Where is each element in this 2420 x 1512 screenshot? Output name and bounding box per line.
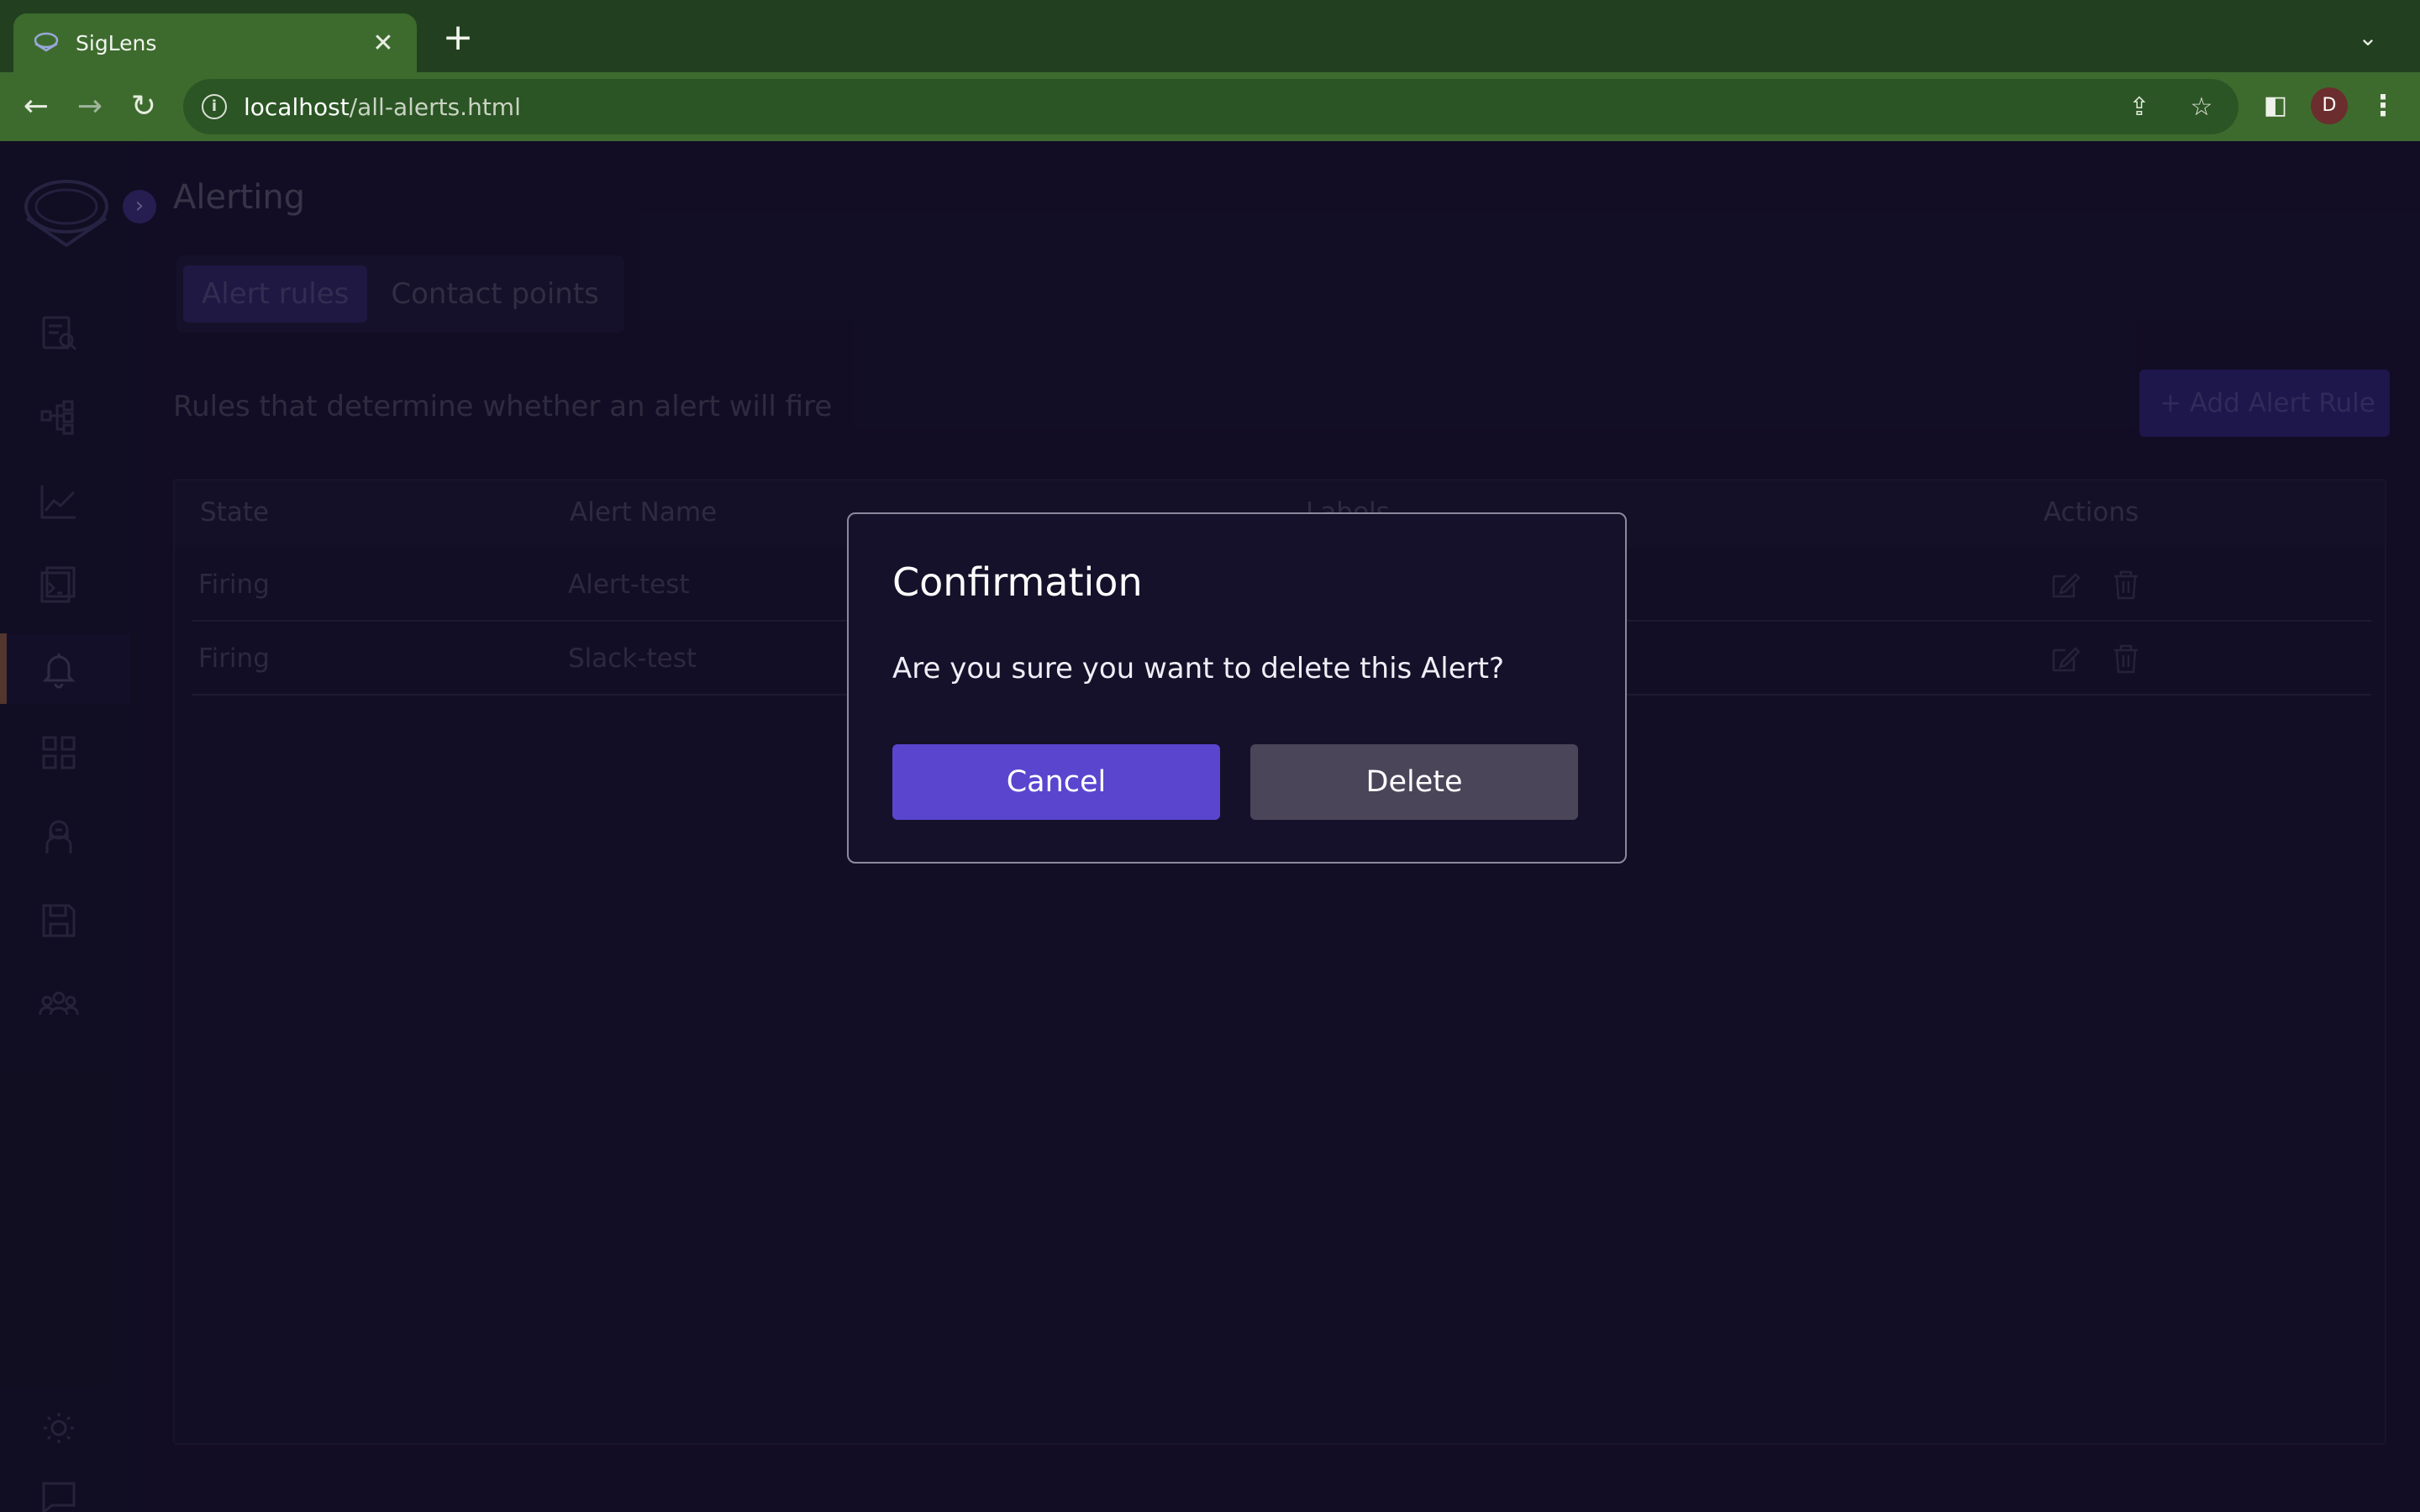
chevron-down-icon[interactable]: ⌄ xyxy=(2353,24,2383,54)
confirmation-dialog: Confirmation Are you sure you want to de… xyxy=(847,512,1627,864)
delete-button[interactable]: Delete xyxy=(1250,744,1578,820)
dialog-title: Confirmation xyxy=(892,559,1143,605)
site-info-icon[interactable]: i xyxy=(202,94,227,119)
close-tab-icon[interactable]: ✕ xyxy=(368,29,398,58)
dialog-message: Are you sure you want to delete this Ale… xyxy=(892,652,1505,685)
tab-title: SigLens xyxy=(76,30,157,55)
more-menu-icon[interactable]: ⋮ xyxy=(2365,87,2402,124)
browser-tab[interactable]: SigLens ✕ xyxy=(13,13,417,72)
url-host: localhost xyxy=(244,92,350,121)
address-bar[interactable]: i localhost/all-alerts.html ⇪ ☆ xyxy=(183,79,2238,134)
new-tab-icon[interactable]: + xyxy=(437,17,479,59)
cancel-button[interactable]: Cancel xyxy=(892,744,1220,820)
share-icon[interactable]: ⇪ xyxy=(2121,89,2158,126)
url-path: /all-alerts.html xyxy=(349,92,521,121)
side-panel-icon[interactable]: ◧ xyxy=(2257,87,2294,124)
profile-avatar[interactable]: D xyxy=(2311,87,2348,124)
siglens-favicon-icon xyxy=(34,32,59,52)
back-arrow-icon[interactable]: ← xyxy=(17,87,55,126)
browser-toolbar: ← → ↻ i localhost/all-alerts.html ⇪ ☆ xyxy=(0,72,2420,141)
star-bookmark-icon[interactable]: ☆ xyxy=(2183,89,2220,126)
reload-icon[interactable]: ↻ xyxy=(124,87,163,126)
forward-arrow-icon[interactable]: → xyxy=(71,87,109,126)
browser-tabbar: SigLens ✕ + ⌄ xyxy=(0,0,2420,72)
